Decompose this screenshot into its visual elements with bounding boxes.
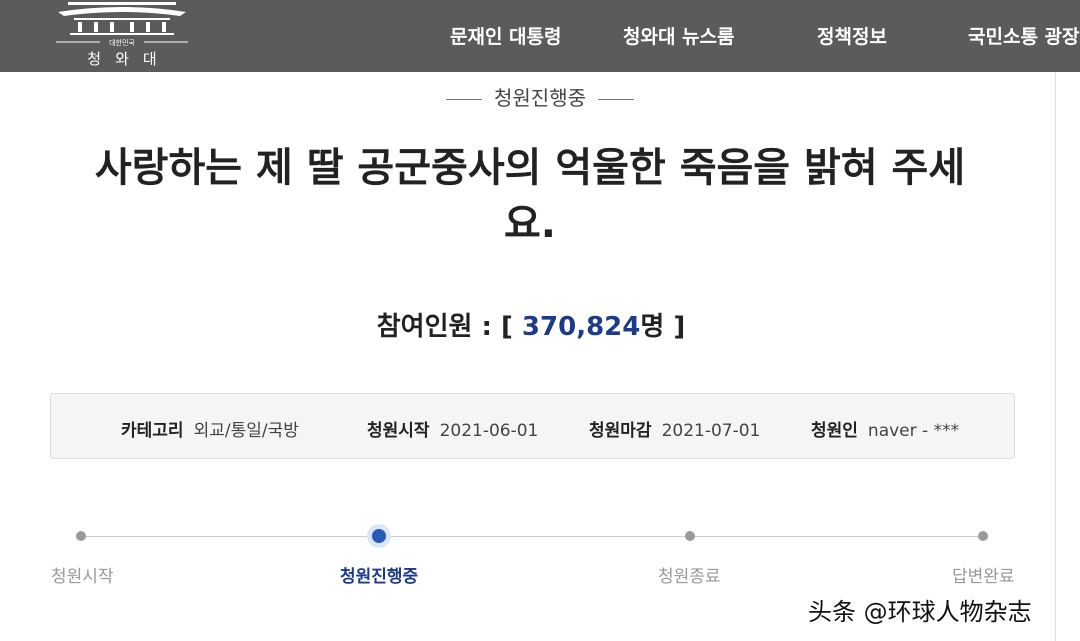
petition-info-box: 카테고리 외교/통일/국방 청원시작 2021-06-01 청원마감 2021-07-… <box>50 393 1015 459</box>
info-end-date: 청원마감 2021-07-01 <box>589 416 760 441</box>
status-label: 청원진행중 <box>494 86 586 110</box>
progress-dot-start <box>76 531 86 541</box>
watermark-text: 头条 @环球人物杂志 <box>808 598 1032 626</box>
info-category: 카테고리 외교/통일/국방 <box>121 416 299 441</box>
cheongwadae-logo[interactable]: 대한민국 청와대 <box>48 0 196 72</box>
progress-dot-answered <box>978 531 988 541</box>
nav-policy-info[interactable]: 정책정보 <box>817 22 887 49</box>
top-header: 대한민국 청와대 문재인 대통령 청와대 뉴스룸 정책정보 국민소통 광장 <box>0 0 1080 72</box>
info-category-key: 카테고리 <box>121 421 184 441</box>
progress-track <box>81 536 983 537</box>
content-border <box>1055 72 1056 641</box>
status-dash-right <box>598 99 634 100</box>
info-category-value: 외교/통일/국방 <box>193 421 299 441</box>
participant-count: 참여인원 : [ 370,824명 ] <box>0 306 1062 343</box>
blue-house-roof-icon: 대한민국 <box>56 2 188 47</box>
step-label-start: 청원시작 <box>51 567 114 587</box>
logo-text: 청와대 <box>87 50 171 68</box>
info-petitioner: 청원인 naver - *** <box>811 416 959 441</box>
count-unit: 명 <box>640 312 665 342</box>
nav-public-square[interactable]: 국민소통 광장 <box>968 22 1080 49</box>
count-value: 370,824 <box>521 312 641 342</box>
info-start-key: 청원시작 <box>367 421 430 441</box>
logo-small-text: 대한민국 <box>109 38 135 47</box>
count-label: 참여인원 : <box>376 312 492 342</box>
status-dash-left <box>446 99 482 100</box>
info-start-date: 청원시작 2021-06-01 <box>367 416 538 441</box>
progress-dot-end <box>685 531 695 541</box>
nav-newsroom[interactable]: 청와대 뉴스룸 <box>623 22 735 49</box>
info-start-value: 2021-06-01 <box>439 421 539 441</box>
step-label-active: 청원진행중 <box>340 567 419 587</box>
info-end-key: 청원마감 <box>589 421 652 441</box>
petition-title: 사랑하는 제 딸 공군중사의 억울한 죽음을 밝혀 주세요. <box>94 145 966 247</box>
progress-dot-active <box>372 529 386 543</box>
petition-status: 청원진행중 <box>0 82 1080 111</box>
info-petitioner-value: naver - *** <box>867 421 960 441</box>
nav-president[interactable]: 문재인 대통령 <box>450 22 562 49</box>
step-label-end: 청원종료 <box>658 567 721 587</box>
step-label-answered: 답변완료 <box>952 567 1015 587</box>
info-petitioner-key: 청원인 <box>811 421 858 441</box>
count-open-bracket: [ <box>500 312 513 342</box>
info-end-value: 2021-07-01 <box>661 421 761 441</box>
count-close-bracket: ] <box>673 312 686 342</box>
